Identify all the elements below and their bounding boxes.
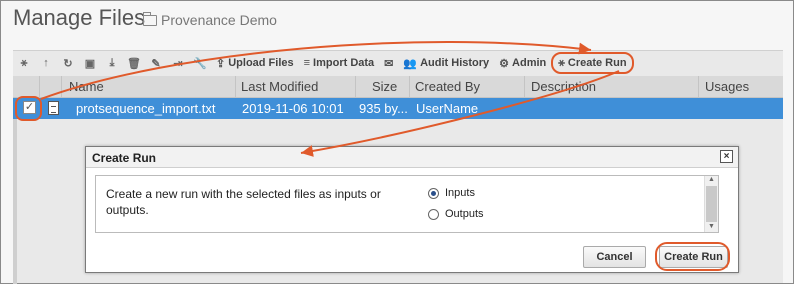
annotation-arrows — [40, 41, 620, 157]
arrow-create-run-to-dialog — [300, 70, 620, 157]
app-frame: Manage Files Provenance Demo ⚹ ↑ ↻ ▣ ⤓ 🗑… — [0, 0, 794, 284]
arrow-checkbox-to-create-run — [40, 41, 592, 100]
